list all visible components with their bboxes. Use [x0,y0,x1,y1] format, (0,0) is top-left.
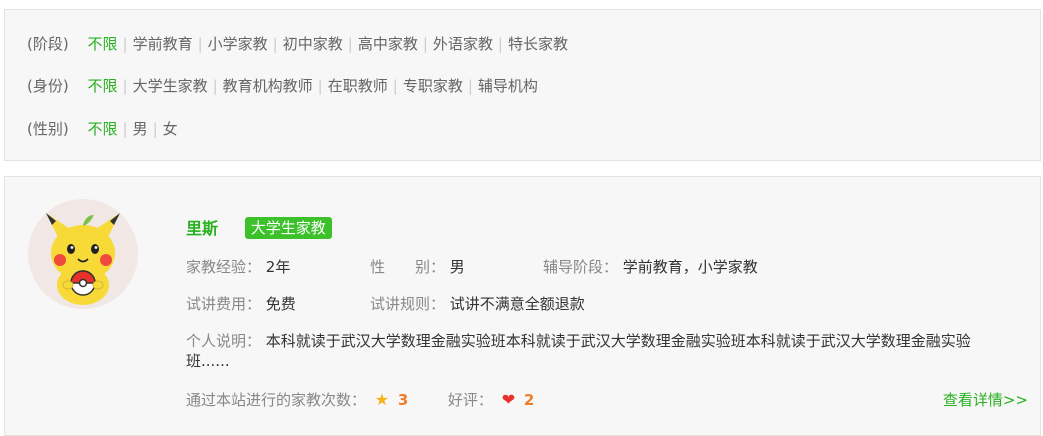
filter-row-identity: (身份) 不限 | 大学生家教 | 教育机构教师 | 在职教师 | 专职家教 | 辅导机构 [27,75,538,97]
filter-separator: | [347,35,353,53]
experience-label: 家教经验： [186,258,262,276]
filter-stage-option[interactable]: 初中家教 [283,35,343,53]
filter-identity-option[interactable]: 教育机构教师 [223,77,313,95]
intro-label: 个人说明： [186,332,262,350]
filter-separator: | [122,120,128,138]
good-review-value: 2 [523,391,535,409]
filter-separator: | [317,77,323,95]
fee-info: 试讲费用： 免费 [186,293,296,315]
filter-separator: | [122,77,128,95]
filter-separator: | [272,35,278,53]
lesson-count-label: 通过本站进行的家教次数： [186,391,367,409]
pikachu-avatar-icon[interactable] [28,199,138,309]
filter-stage-option[interactable]: 高中家教 [358,35,418,53]
filter-label-identity: (身份) [27,77,69,95]
filter-gender-option[interactable]: 男 [133,120,148,138]
stage-value: 学前教育，小学家教 [622,258,758,276]
filter-separator: | [422,35,428,53]
tutor-card: 里斯 大学生家教 家教经验： 2年 性 别： 男 辅导阶段： 学前教育，小学家教… [4,176,1041,436]
tutor-name-line: 里斯 大学生家教 [186,217,332,241]
filter-label-gender: (性别) [27,120,69,138]
filter-separator: | [212,77,218,95]
tutor-name[interactable]: 里斯 [186,219,218,238]
intro-text: 本科就读于武汉大学数理金融实验班本科就读于武汉大学数理金融实验班本科就读于武汉大… [186,332,971,370]
stage-info: 辅导阶段： 学前教育，小学家教 [543,256,758,278]
good-review-label: 好评： [447,391,493,409]
tutor-stats: 通过本站进行的家教次数： ★ 3 好评： ❤ 2 [186,389,534,411]
personal-intro: 个人说明： 本科就读于武汉大学数理金融实验班本科就读于武汉大学数理金融实验班本科… [186,331,1006,371]
view-details-link[interactable]: 查看详情>> [943,389,1028,411]
gender-value: 男 [449,258,465,276]
filter-label-stage: (阶段) [27,35,69,53]
trial-rule-label: 试讲规则： [370,295,446,313]
experience-info: 家教经验： 2年 [186,256,290,278]
filter-identity-option[interactable]: 专职家教 [403,77,463,95]
trial-rule-info: 试讲规则： 试讲不满意全额退款 [370,293,585,315]
fee-value: 免费 [265,295,296,313]
filter-stage-option[interactable]: 学前教育 [133,35,193,53]
star-icon: ★ [374,390,390,409]
filter-panel: (阶段) 不限 | 学前教育 | 小学家教 | 初中家教 | 高中家教 | 外语家教 | 特长家教 (身… [4,9,1041,161]
lesson-count-value: 3 [397,391,409,409]
experience-value: 2年 [265,258,291,276]
gender-info: 性 别： 男 [370,256,465,278]
filter-separator: | [197,35,203,53]
filter-separator: | [392,77,398,95]
gender-label: 性 别： [370,258,446,276]
filter-gender-option[interactable]: 不限 [88,120,118,138]
filter-stage-option[interactable]: 特长家教 [508,35,568,53]
fee-label: 试讲费用： [186,295,262,313]
filter-gender-option[interactable]: 女 [163,120,178,138]
trial-rule-value: 试讲不满意全额退款 [449,295,585,313]
filter-stage-option[interactable]: 不限 [88,35,118,53]
filter-stage-option[interactable]: 外语家教 [433,35,493,53]
filter-separator: | [467,77,473,95]
stage-label: 辅导阶段： [543,258,619,276]
filter-separator: | [122,35,128,53]
filter-row-gender: (性别) 不限 | 男 | 女 [27,118,178,140]
filter-row-stage: (阶段) 不限 | 学前教育 | 小学家教 | 初中家教 | 高中家教 | 外语家教 | 特长家教 [27,33,568,55]
filter-identity-option[interactable]: 辅导机构 [478,77,538,95]
filter-separator: | [497,35,503,53]
filter-separator: | [152,120,158,138]
tutor-type-badge: 大学生家教 [244,217,332,239]
heart-icon: ❤ [501,390,516,409]
filter-identity-option[interactable]: 大学生家教 [133,77,208,95]
filter-identity-option[interactable]: 在职教师 [328,77,388,95]
filter-identity-option[interactable]: 不限 [88,77,118,95]
filter-stage-option[interactable]: 小学家教 [208,35,268,53]
